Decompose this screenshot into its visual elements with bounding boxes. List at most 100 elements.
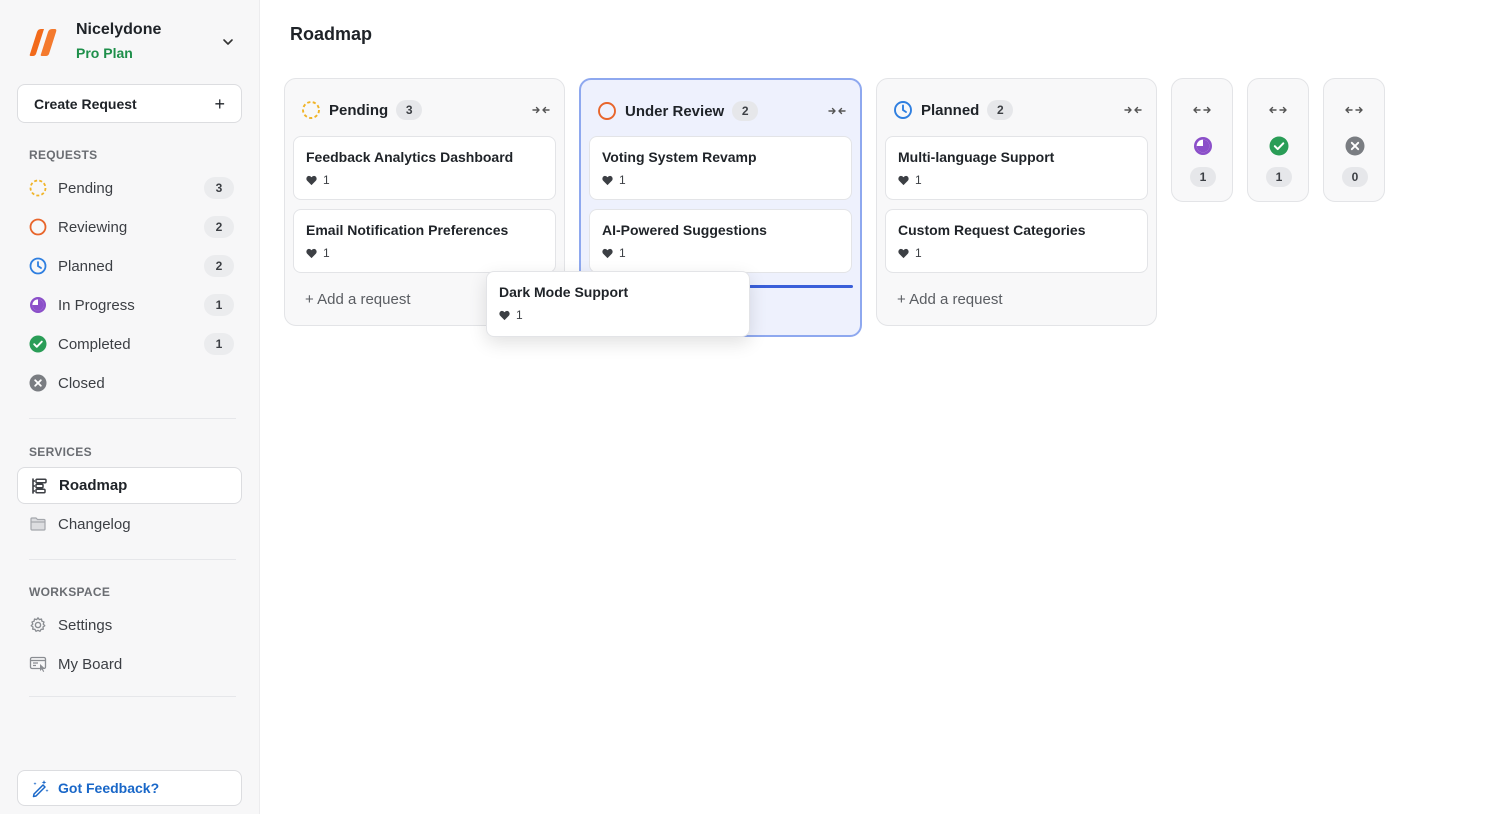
column-count: 0 [1342, 167, 1368, 187]
column-count: 1 [1190, 167, 1216, 187]
card-votes: 1 [306, 173, 543, 187]
sidebar-item-reviewing[interactable]: Reviewing 2 [17, 209, 242, 245]
sidebar-divider [29, 418, 236, 419]
drop-indicator [749, 285, 853, 288]
pending-status-icon [302, 101, 320, 119]
request-card[interactable]: Feedback Analytics Dashboard 1 [293, 136, 556, 200]
vote-count: 1 [915, 246, 922, 260]
create-request-button[interactable]: Create Request + [17, 84, 242, 123]
plus-icon: + [214, 93, 225, 114]
column-count: 3 [396, 100, 423, 120]
brand-logo-icon [29, 29, 57, 56]
sidebar-item-count: 1 [204, 294, 234, 316]
add-request-button[interactable]: + Add a request [305, 291, 411, 308]
collapse-column-icon[interactable] [530, 99, 552, 121]
roadmap-icon [29, 476, 49, 496]
board-icon [28, 654, 48, 674]
sidebar-item-planned[interactable]: Planned 2 [17, 248, 242, 284]
sidebar-item-in-progress[interactable]: In Progress 1 [17, 287, 242, 323]
request-card[interactable]: Voting System Revamp 1 [589, 136, 852, 200]
collapse-column-icon[interactable] [826, 100, 848, 122]
vote-count: 1 [619, 246, 626, 260]
sidebar-item-count: 2 [204, 216, 234, 238]
check-circle-icon [1269, 136, 1289, 156]
brand-text: Nicelydone Pro Plan [76, 20, 218, 64]
chevron-down-icon[interactable] [218, 32, 238, 52]
heart-icon [602, 175, 613, 185]
collapsed-column-completed[interactable]: 1 [1247, 78, 1309, 202]
column-count: 1 [1266, 167, 1292, 187]
section-label-requests: REQUESTS [29, 148, 98, 162]
x-circle-icon [1345, 136, 1365, 156]
heart-icon [306, 248, 317, 258]
sidebar-item-closed[interactable]: Closed [17, 365, 242, 401]
sidebar-divider [29, 559, 236, 560]
card-votes: 1 [602, 173, 839, 187]
folder-icon [28, 514, 48, 534]
heart-icon [602, 248, 613, 258]
card-votes: 1 [602, 246, 839, 260]
collapsed-column-closed[interactable]: 0 [1323, 78, 1385, 202]
got-feedback-label: Got Feedback? [58, 780, 160, 796]
column-title: Planned [921, 101, 980, 119]
sidebar-item-label: Reviewing [58, 218, 128, 236]
sidebar-item-label: Changelog [58, 515, 131, 533]
sidebar-item-count: 3 [204, 177, 234, 199]
card-votes: 1 [898, 173, 1135, 187]
section-label-workspace: WORKSPACE [29, 585, 111, 599]
sidebar-item-my-board[interactable]: My Board [17, 646, 242, 682]
expand-column-icon[interactable] [1267, 99, 1289, 121]
column-planned: Planned 2 Multi-language Support 1 Custo… [876, 78, 1157, 326]
sidebar-item-label: Settings [58, 616, 113, 634]
request-card[interactable]: Email Notification Preferences 1 [293, 209, 556, 273]
sidebar-item-settings[interactable]: Settings [17, 607, 242, 643]
collapse-column-icon[interactable] [1122, 99, 1144, 121]
card-title: Multi-language Support [898, 149, 1055, 165]
page-title: Roadmap [290, 24, 373, 44]
got-feedback-button[interactable]: Got Feedback? [17, 770, 242, 806]
create-request-label: Create Request [34, 95, 137, 112]
sidebar-item-completed[interactable]: Completed 1 [17, 326, 242, 362]
x-circle-icon [28, 373, 48, 393]
request-card[interactable]: Multi-language Support 1 [885, 136, 1148, 200]
sidebar-item-pending[interactable]: Pending 3 [17, 170, 242, 206]
reviewing-status-icon [28, 217, 48, 237]
sidebar-item-label: Completed [58, 335, 131, 353]
vote-count: 1 [516, 308, 523, 322]
workspace-name: Nicelydone [76, 21, 162, 38]
dragging-request-card[interactable]: Dark Mode Support 1 [486, 271, 750, 337]
request-card[interactable]: AI-Powered Suggestions 1 [589, 209, 852, 273]
collapsed-column-in-progress[interactable]: 1 [1171, 78, 1233, 202]
in-progress-status-icon [28, 295, 48, 315]
vote-count: 1 [915, 173, 922, 187]
expand-column-icon[interactable] [1343, 99, 1365, 121]
vote-count: 1 [323, 173, 330, 187]
check-circle-icon [28, 334, 48, 354]
sparkle-pen-icon [32, 780, 49, 798]
request-card[interactable]: Custom Request Categories 1 [885, 209, 1148, 273]
card-title: Email Notification Preferences [306, 222, 509, 238]
card-title: Voting System Revamp [602, 149, 757, 165]
heart-icon [306, 175, 317, 185]
sidebar-item-changelog[interactable]: Changelog [17, 506, 242, 542]
workspace-switcher[interactable]: Nicelydone Pro Plan [24, 20, 238, 64]
reviewing-status-icon [598, 102, 616, 120]
column-header: Pending 3 [301, 99, 552, 121]
card-votes: 1 [306, 246, 543, 260]
add-request-button[interactable]: + Add a request [897, 291, 1003, 308]
expand-column-icon[interactable] [1191, 99, 1213, 121]
section-label-services: SERVICES [29, 445, 92, 459]
sidebar-item-label: Closed [58, 374, 105, 392]
column-count: 2 [732, 101, 759, 121]
sidebar-item-label: My Board [58, 655, 123, 673]
column-count: 2 [987, 100, 1014, 120]
sidebar-item-roadmap[interactable]: Roadmap [17, 467, 242, 504]
vote-count: 1 [619, 173, 626, 187]
sidebar-item-label: Planned [58, 257, 114, 275]
pending-status-icon [28, 178, 48, 198]
sidebar: Nicelydone Pro Plan Create Request + REQ… [0, 0, 260, 814]
heart-icon [499, 310, 510, 320]
card-votes: 1 [499, 308, 737, 322]
heart-icon [898, 248, 909, 258]
card-title: AI-Powered Suggestions [602, 222, 767, 238]
